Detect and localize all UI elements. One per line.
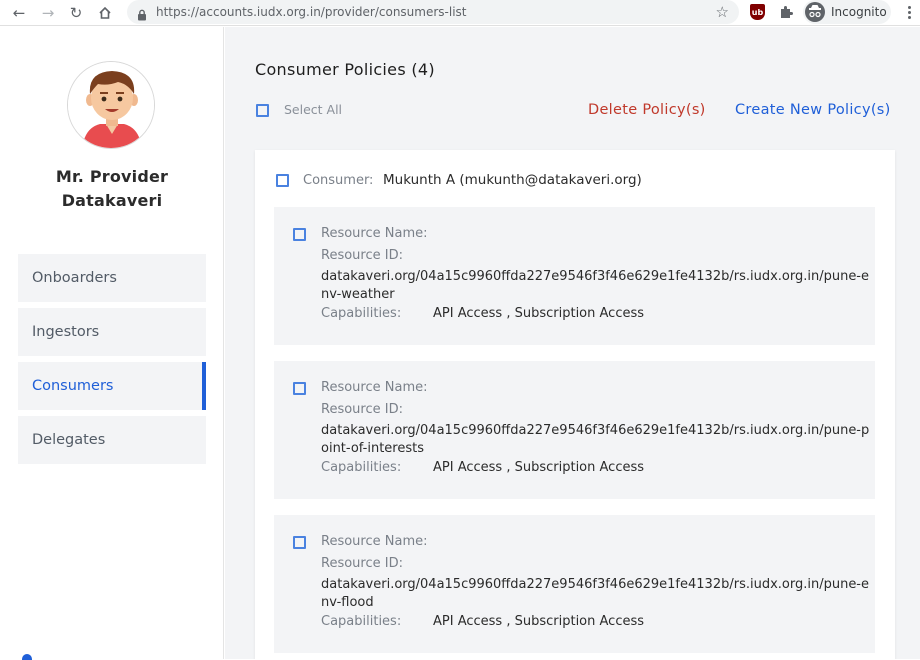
sidebar-item-label: Delegates [32,432,106,448]
capabilities-label: Capabilities: [321,460,402,475]
bookmark-star-icon[interactable]: ☆ [716,3,729,21]
resource-checkbox[interactable] [293,536,306,549]
consumer-card: Consumer: Mukunth A (mukunth@datakaveri.… [255,150,895,659]
forward-arrow-icon[interactable]: → [38,3,58,23]
resource-id-value: datakaveri.org/04a15c9960ffda227e9546f3f… [321,577,869,610]
url-text: https://accounts.iudx.org.in/provider/co… [156,5,467,19]
resource-id-value: datakaveri.org/04a15c9960ffda227e9546f3f… [321,423,870,456]
sidebar-item-ingestors[interactable]: Ingestors [18,308,206,356]
sidebar-item-onboarders[interactable]: Onboarders [18,254,206,302]
delete-policy-button[interactable]: Delete Policy(s) [588,102,706,118]
consumer-checkbox[interactable] [276,174,289,187]
resource-checkbox[interactable] [293,382,306,395]
select-all-label: Select All [284,102,343,117]
capabilities-value: API Access , Subscription Access [433,614,645,629]
consumer-label: Consumer: [303,173,374,188]
home-icon[interactable] [95,3,115,23]
resource-item: Resource Name: Resource ID: datakaveri.o… [274,515,875,653]
select-all-checkbox[interactable] [256,104,269,117]
resource-id-label: Resource ID: [321,402,403,417]
incognito-label: Incognito [831,5,887,19]
page-title: Consumer Policies (4) [255,60,435,79]
reload-icon[interactable]: ↻ [66,3,86,23]
resource-name-label: Resource Name: [321,226,428,241]
user-name: Mr. Provider Datakaveri [0,165,224,213]
sidebar-item-label: Consumers [32,378,114,394]
resource-name-label: Resource Name: [321,380,428,395]
capabilities-label: Capabilities: [321,614,402,629]
create-policy-button[interactable]: Create New Policy(s) [735,102,891,118]
resource-id-label: Resource ID: [321,556,403,571]
user-name-line1: Mr. Provider [55,167,169,186]
browser-menu-icon[interactable] [904,4,914,22]
capabilities-value: API Access , Subscription Access [433,306,645,321]
extensions-puzzle-icon[interactable] [778,4,794,20]
user-name-line2: Datakaveri [61,191,163,210]
address-bar[interactable]: https://accounts.iudx.org.in/provider/co… [127,0,739,24]
incognito-icon [805,2,825,22]
resource-item: Resource Name: Resource ID: datakaveri.o… [274,361,875,499]
resource-name-label: Resource Name: [321,534,428,549]
main-content: Consumer Policies (4) Select All Delete … [225,27,920,659]
avatar [67,61,155,149]
lock-icon [137,6,147,21]
browser-toolbar: ← → ↻ https://accounts.iudx.org.in/provi… [0,0,920,26]
resource-id-value: datakaveri.org/04a15c9960ffda227e9546f3f… [321,269,869,302]
incognito-indicator[interactable]: Incognito [803,0,891,24]
resource-item: Resource Name: Resource ID: datakaveri.o… [274,207,875,345]
logout-icon[interactable] [22,654,32,660]
resource-checkbox[interactable] [293,228,306,241]
back-arrow-icon[interactable]: ← [9,3,29,23]
capabilities-value: API Access , Subscription Access [433,460,645,475]
sidebar: Mr. Provider Datakaveri Onboarders Inges… [0,27,224,660]
sidebar-item-delegates[interactable]: Delegates [18,416,206,464]
sidebar-item-label: Onboarders [32,270,117,286]
consumer-value: Mukunth A (mukunth@datakaveri.org) [383,172,642,188]
sidebar-nav: Onboarders Ingestors Consumers Delegates [18,254,206,470]
capabilities-label: Capabilities: [321,306,402,321]
sidebar-item-label: Ingestors [32,324,100,340]
sidebar-item-consumers[interactable]: Consumers [18,362,206,410]
resource-id-label: Resource ID: [321,248,403,263]
ublock-extension-icon[interactable]: ub [750,4,765,20]
